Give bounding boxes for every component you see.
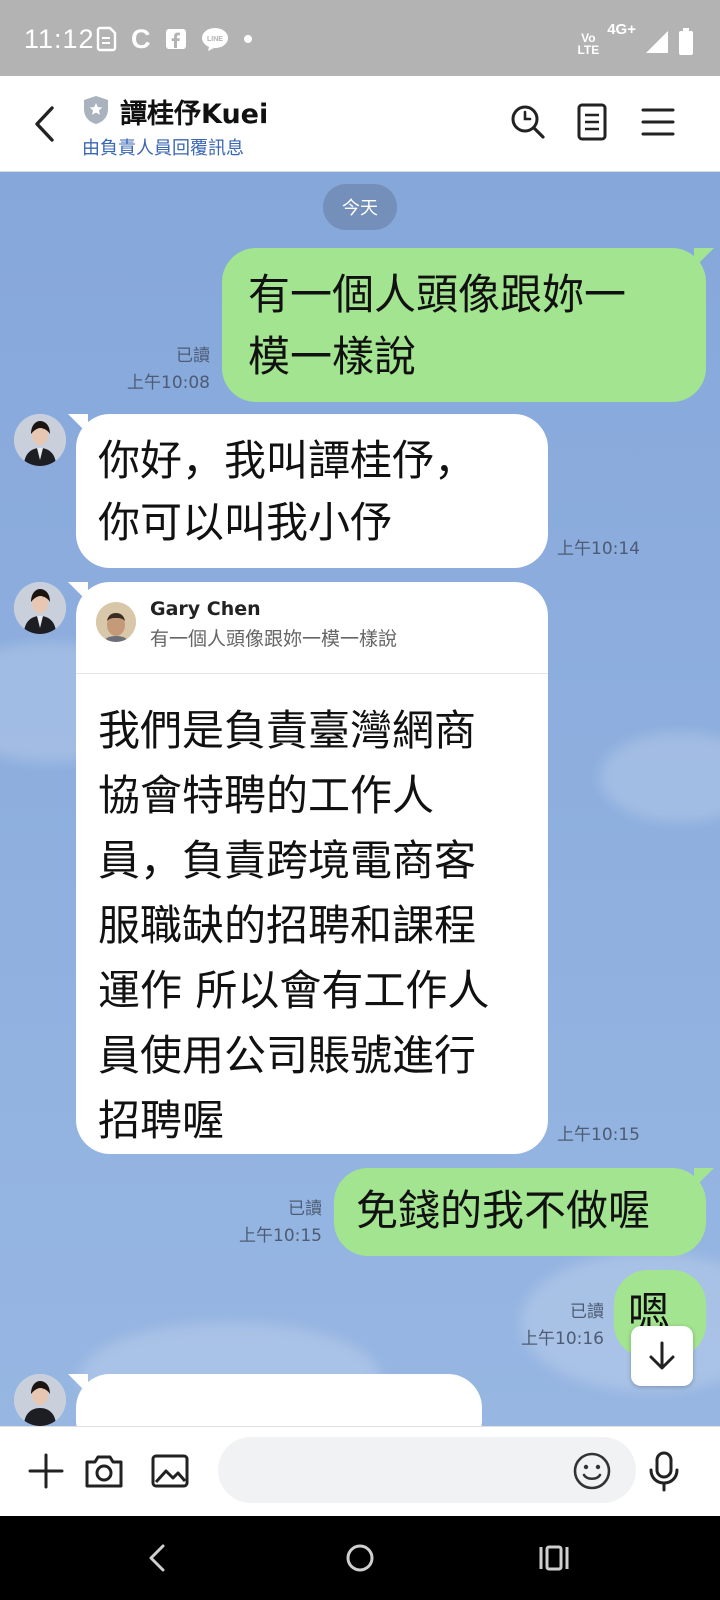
search-icon — [511, 105, 545, 139]
message-text: 我們是負責臺灣網商 協會特聘的工作人 員，負責跨境電商客 服職缺的招聘和課程 運… — [98, 706, 490, 1145]
menu-button[interactable] — [638, 102, 678, 142]
message-meta: 已讀 上午10:08 — [127, 343, 210, 397]
back-nav-icon — [149, 1544, 165, 1572]
read-receipt: 已讀 — [176, 346, 210, 366]
nav-recents-button[interactable] — [534, 1538, 574, 1578]
notification-icons: C LINE — [95, 23, 253, 54]
chat-header: 譚桂伃Kuei 由負責人員回覆訊息 — [0, 76, 720, 172]
plus-icon — [28, 1453, 64, 1489]
camera-icon — [85, 1455, 123, 1488]
quoted-message[interactable]: Gary Chen 有一個人頭像跟妳一模一樣說 — [76, 582, 548, 674]
quoted-profile-photo-icon — [96, 607, 136, 642]
message-input-bar — [0, 1426, 720, 1516]
notes-icon — [577, 103, 607, 141]
battery-icon — [678, 28, 694, 60]
sim-card-icon — [95, 26, 117, 52]
back-button[interactable] — [30, 102, 60, 146]
microphone-button[interactable] — [642, 1449, 686, 1493]
network-type: 4G+ — [607, 21, 636, 38]
facebook-icon — [165, 26, 187, 52]
official-shield-icon — [82, 95, 110, 129]
camera-button[interactable] — [82, 1449, 126, 1493]
status-bar: 11:12 C LINE Vo LTE 4G+ — [0, 0, 720, 76]
profile-photo-icon — [14, 582, 66, 634]
profile-photo-icon — [14, 414, 66, 466]
notes-button[interactable] — [572, 102, 612, 142]
volte-indicator: Vo LTE — [577, 31, 600, 57]
message-time: 上午10:15 — [557, 1125, 640, 1145]
read-receipt: 已讀 — [288, 1199, 322, 1219]
message-time: 上午10:16 — [521, 1329, 604, 1349]
chat-area[interactable]: 今天 已讀 上午10:08 有一個人頭像跟妳一 模一樣說 你好，我叫譚桂伃， 你… — [0, 172, 720, 1426]
avatar[interactable] — [14, 414, 66, 466]
my-message-bubble[interactable]: 有一個人頭像跟妳一 模一樣說 — [222, 248, 714, 402]
message-time: 上午10:15 — [239, 1226, 322, 1246]
image-icon — [151, 1454, 189, 1488]
date-separator: 今天 — [323, 184, 397, 230]
quoted-text: 有一個人頭像跟妳一模一樣說 — [150, 628, 398, 650]
message-time: 上午10:14 — [557, 539, 640, 559]
nav-home-button[interactable] — [340, 1538, 380, 1578]
home-nav-icon — [346, 1544, 374, 1572]
chevron-left-icon — [35, 106, 54, 142]
their-message-bubble[interactable]: 你好，我叫譚桂伃， 你可以叫我小伃 — [68, 414, 548, 568]
search-button[interactable] — [508, 102, 548, 142]
read-receipt: 已讀 — [570, 1302, 604, 1322]
their-reply-bubble[interactable]: Gary Chen 有一個人頭像跟妳一模一樣說 我們是負責臺灣網商 協會特聘的工… — [68, 582, 548, 1154]
menu-icon — [641, 108, 675, 136]
emoji-icon — [573, 1452, 611, 1490]
image-button[interactable] — [148, 1449, 192, 1493]
nav-back-button[interactable] — [138, 1538, 178, 1578]
system-status: Vo LTE 4G+ — [577, 22, 694, 60]
profile-photo-icon — [14, 1374, 66, 1426]
message-time: 上午10:08 — [127, 373, 210, 393]
recents-nav-icon — [539, 1545, 569, 1571]
system-nav-bar — [0, 1516, 720, 1600]
c-app-icon: C — [131, 23, 151, 54]
message-meta: 已讀 上午10:16 — [521, 1299, 604, 1353]
arrow-down-icon — [649, 1341, 675, 1370]
status-time: 11:12 — [24, 24, 95, 54]
signal-icon — [644, 29, 670, 59]
quoted-avatar — [96, 602, 136, 642]
their-message-bubble[interactable] — [68, 1374, 482, 1426]
my-message-bubble[interactable]: 免錢的我不做喔 — [334, 1168, 714, 1256]
quoted-sender-name: Gary Chen — [150, 598, 261, 620]
emoji-button[interactable] — [570, 1449, 614, 1493]
line-icon: LINE — [201, 26, 229, 52]
scroll-to-bottom-button[interactable] — [631, 1326, 693, 1386]
svg-text:LINE: LINE — [207, 36, 223, 43]
avatar[interactable] — [14, 582, 66, 634]
chat-title-row[interactable]: 譚桂伃Kuei — [82, 92, 268, 131]
microphone-icon — [649, 1451, 679, 1492]
dot-icon — [243, 26, 253, 52]
chat-subtitle[interactable]: 由負責人員回覆訊息 — [82, 134, 244, 160]
chat-title: 譚桂伃Kuei — [120, 99, 269, 130]
avatar[interactable] — [14, 1374, 66, 1426]
message-meta: 已讀 上午10:15 — [239, 1196, 322, 1250]
plus-button[interactable] — [24, 1449, 68, 1493]
